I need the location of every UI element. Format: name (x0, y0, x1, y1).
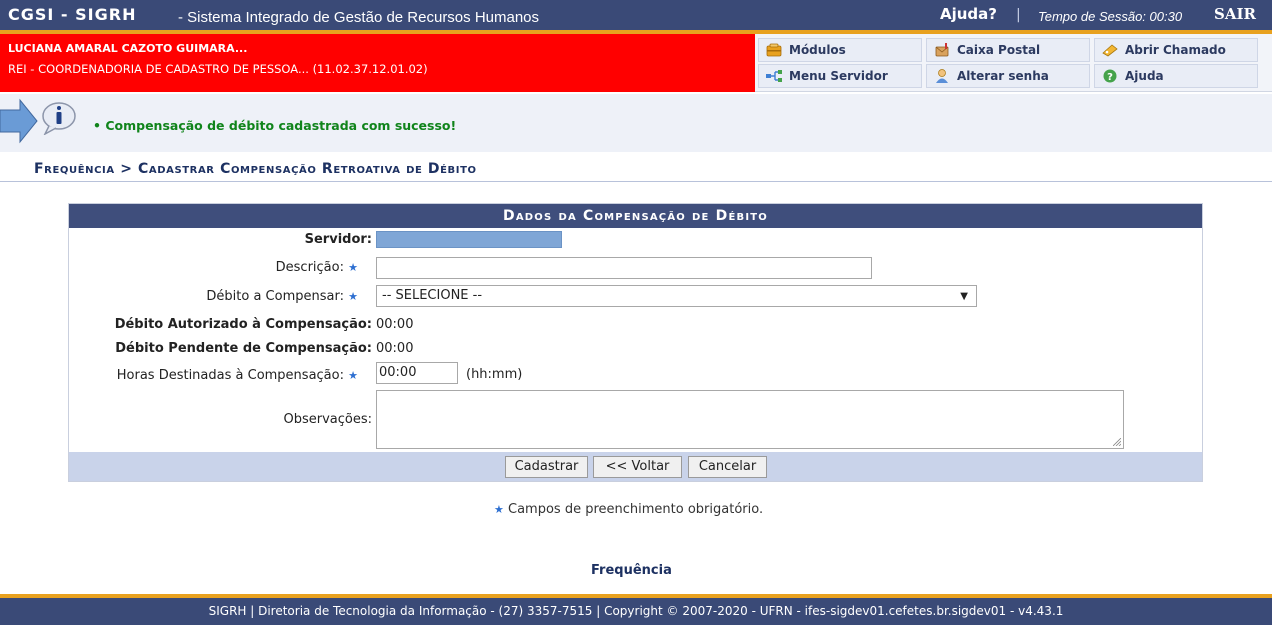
cancelar-button[interactable]: Cancelar (688, 456, 767, 478)
autorizado-label: Débito Autorizado à Compensação: (114, 317, 372, 332)
required-star-icon: ★ (348, 261, 358, 274)
arrow-pointer-icon (0, 98, 38, 144)
debito-label: Débito a Compensar: ★ (206, 289, 358, 304)
pendente-value: 00:00 (376, 341, 414, 356)
required-fields-note: ★ Campos de preenchimento obrigatório. (494, 502, 764, 517)
success-message: • Compensação de débito cadastrada com s… (93, 118, 457, 133)
required-star-icon: ★ (494, 503, 504, 516)
top-bar: CGSI - SIGRH - Sistema Integrado de Gest… (0, 0, 1272, 30)
ajuda-label: Ajuda (1125, 69, 1164, 83)
modules-icon (766, 43, 782, 57)
help-icon: ? (1103, 69, 1117, 83)
caixa-postal-button[interactable]: Caixa Postal (926, 38, 1090, 62)
servidor-label: Servidor: (304, 232, 372, 247)
required-star-icon: ★ (348, 369, 358, 382)
debito-selected-value: -- SELECIONE -- (382, 288, 483, 303)
ajuda-button[interactable]: ? Ajuda (1094, 64, 1258, 88)
servidor-value (376, 231, 562, 248)
horas-hint: (hh:mm) (466, 367, 523, 382)
descricao-input[interactable] (376, 257, 872, 279)
mailbox-icon (935, 43, 949, 57)
app-brand[interactable]: CGSI - SIGRH (8, 5, 136, 24)
logout-link[interactable]: SAIR (1214, 5, 1256, 23)
descricao-label: Descrição: ★ (275, 260, 358, 275)
menu-servidor-label: Menu Servidor (789, 69, 888, 83)
alterar-senha-label: Alterar senha (957, 69, 1049, 83)
info-icon (42, 102, 76, 135)
debito-select[interactable]: -- SELECIONE -- ▼ (376, 285, 977, 307)
autorizado-value: 00:00 (376, 317, 414, 332)
modulos-button[interactable]: Módulos (758, 38, 922, 62)
menu-servidor-button[interactable]: Menu Servidor (758, 64, 922, 88)
cadastrar-button[interactable]: Cadastrar (505, 456, 588, 478)
topbar-separator: | (1016, 7, 1021, 23)
form-caption: Dados da Compensação de Débito (69, 204, 1202, 228)
svg-text:?: ? (1107, 72, 1113, 83)
user-name: LUCIANA AMARAL CAZOTO GUIMARA... (8, 42, 248, 55)
modulos-label: Módulos (789, 43, 846, 57)
user-department: REI - COORDENADORIA DE CADASTRO DE PESSO… (8, 62, 428, 76)
horas-input[interactable]: 00:00 (376, 362, 458, 384)
observacoes-textarea[interactable] (376, 390, 1124, 449)
frequencia-link[interactable]: Frequência (591, 563, 672, 578)
chevron-down-icon: ▼ (960, 291, 968, 302)
breadcrumb-divider (0, 181, 1272, 182)
ticket-icon (1102, 44, 1118, 57)
horas-label: Horas Destinadas à Compensação: ★ (116, 368, 358, 383)
observacoes-label: Observações: (283, 412, 372, 427)
required-star-icon: ★ (348, 290, 358, 303)
help-link[interactable]: Ajuda? (940, 5, 997, 23)
abrir-chamado-label: Abrir Chamado (1125, 43, 1226, 57)
page-breadcrumb: Frequência > Cadastrar Compensação Retro… (34, 161, 477, 177)
password-icon (936, 69, 948, 83)
resize-grip-icon[interactable] (1113, 438, 1121, 446)
menu-servidor-icon (766, 70, 782, 82)
caixa-postal-label: Caixa Postal (957, 43, 1041, 57)
alterar-senha-button[interactable]: Alterar senha (926, 64, 1090, 88)
pendente-label: Débito Pendente de Compensação: (115, 341, 372, 356)
voltar-button[interactable]: << Voltar (593, 456, 682, 478)
user-info-bar: LUCIANA AMARAL CAZOTO GUIMARA... REI - C… (0, 34, 755, 92)
footer: SIGRH | Diretoria de Tecnologia da Infor… (0, 598, 1272, 625)
abrir-chamado-button[interactable]: Abrir Chamado (1094, 38, 1258, 62)
system-name: - Sistema Integrado de Gestão de Recurso… (178, 9, 540, 26)
session-timer: Tempo de Sessão: 00:30 (1038, 9, 1183, 24)
